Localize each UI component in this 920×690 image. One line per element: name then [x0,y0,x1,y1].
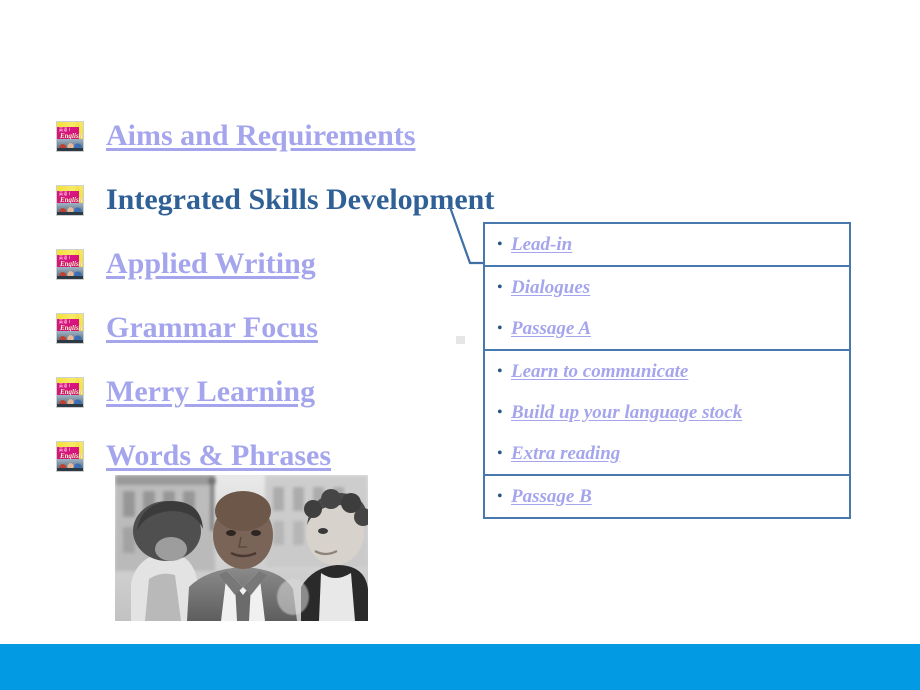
bullet-icon: • [497,362,503,380]
detail-cell-2: • Dialogues • Passage A [485,267,849,351]
detail-link[interactable]: Extra reading [511,443,620,465]
detail-link[interactable]: Passage B [511,486,592,508]
sidebar-item-merry-learning[interactable]: 英语 I English Merry Learning [56,360,496,424]
list-item[interactable]: • Extra reading [485,433,849,474]
three-men-talking-photo [115,475,368,621]
sidebar-item-applied-writing[interactable]: 英语 I English Applied Writing [56,232,496,296]
integrated-skills-detail-box: • Lead-in • Dialogues • Passage A • Lear… [483,222,851,519]
bottom-accent-bar [0,644,920,690]
sidebar-item-label[interactable]: Grammar Focus [106,311,318,345]
detail-link[interactable]: Build up your language stock [511,402,742,424]
list-item[interactable]: • Learn to communicate [485,351,849,392]
sidebar-item-aims-and-requirements[interactable]: 英语 I English Aims and Requirements [56,104,496,168]
sidebar-item-label[interactable]: Applied Writing [106,247,316,281]
list-item[interactable]: • Dialogues [485,267,849,308]
sidebar-item-label[interactable]: Merry Learning [106,375,315,409]
sidebar-item-integrated-skills-development[interactable]: 英语 I English Integrated Skills Developme… [56,168,496,232]
detail-link[interactable]: Learn to communicate [511,361,688,383]
list-item[interactable]: • Build up your language stock [485,392,849,433]
bullet-icon: • [497,319,503,337]
detail-cell-3: • Learn to communicate • Build up your l… [485,351,849,476]
detail-cell-1: • Lead-in [485,224,849,267]
detail-link[interactable]: Dialogues [511,277,590,299]
list-item[interactable]: • Passage B [485,476,849,517]
bullet-icon: • [497,278,503,296]
sidebar-item-label[interactable]: Aims and Requirements [106,119,415,153]
section-nav-list: 英语 I English Aims and Requirements 英语 I … [56,104,496,488]
slide-canvas: 英语 I English Aims and Requirements 英语 I … [0,0,920,690]
bullet-icon: • [497,444,503,462]
bullet-icon: • [497,235,503,253]
detail-link[interactable]: Passage A [511,318,591,340]
grey-square-marker [456,336,465,344]
english-textbook-icon: 英语 I English [56,376,84,408]
english-textbook-icon: 英语 I English [56,312,84,344]
detail-cell-4: • Passage B [485,476,849,517]
english-textbook-icon: 英语 I English [56,120,84,152]
sidebar-item-label-active: Integrated Skills Development [106,183,495,216]
bullet-icon: • [497,403,503,421]
english-textbook-icon: 英语 I English [56,248,84,280]
detail-link[interactable]: Lead-in [511,234,572,256]
list-item[interactable]: • Passage A [485,308,849,349]
list-item[interactable]: • Lead-in [485,224,849,265]
english-textbook-icon: 英语 I English [56,184,84,216]
sidebar-item-grammar-focus[interactable]: 英语 I English Grammar Focus [56,296,496,360]
english-textbook-icon: 英语 I English [56,440,84,472]
bullet-icon: • [497,487,503,505]
sidebar-item-label[interactable]: Words & Phrases [106,439,331,473]
